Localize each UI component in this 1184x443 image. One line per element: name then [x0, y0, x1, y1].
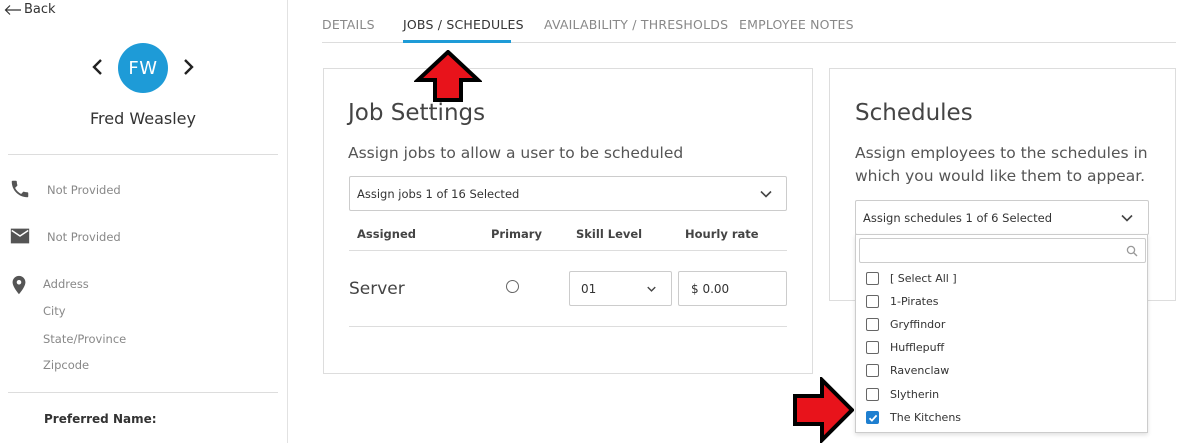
tab-details[interactable]: DETAILS — [322, 17, 375, 32]
avatar-initials: FW — [128, 57, 158, 79]
annotation-arrow-up-icon — [414, 50, 482, 102]
assign-schedules-value: Assign schedules 1 of 6 Selected — [863, 210, 1053, 225]
assign-schedules-select[interactable]: Assign schedules 1 of 6 Selected — [855, 200, 1149, 235]
job-name: Server — [349, 279, 405, 299]
checkbox-checked[interactable] — [866, 410, 879, 424]
employee-name: Fred Weasley — [90, 109, 196, 128]
active-tab-indicator — [403, 40, 511, 43]
header-primary: Primary — [491, 227, 542, 241]
back-button[interactable]: Back — [4, 2, 56, 17]
chevron-down-icon — [1121, 214, 1133, 222]
arrow-left-icon — [4, 4, 21, 15]
checkbox[interactable] — [866, 387, 879, 401]
checkbox[interactable] — [866, 271, 879, 285]
tab-bar: DETAILS JOBS / SCHEDULES AVAILABILITY / … — [322, 0, 1176, 43]
checkbox[interactable] — [866, 340, 879, 354]
back-label: Back — [24, 2, 56, 17]
schedule-search-input[interactable] — [859, 238, 1146, 263]
phone-value: Not Provided — [47, 183, 121, 197]
option-select-all[interactable]: [ Select All ] — [866, 269, 957, 287]
schedules-dropdown: [ Select All ] 1-Pirates Gryffindor Huff… — [855, 234, 1148, 433]
chevron-down-icon — [760, 190, 772, 198]
option-label: Gryffindor — [890, 317, 946, 331]
hourly-rate-input[interactable]: $ 0.00 — [678, 271, 787, 306]
search-icon — [1126, 245, 1138, 257]
chevron-down-icon — [647, 286, 656, 292]
job-settings-subtitle: Assign jobs to allow a user to be schedu… — [348, 144, 684, 162]
divider — [8, 154, 278, 155]
state-value: State/Province — [43, 332, 127, 346]
header-divider — [349, 250, 787, 251]
tab-jobs-schedules[interactable]: JOBS / SCHEDULES — [403, 17, 524, 32]
option-label: Hufflepuff — [890, 340, 945, 354]
schedules-subtitle-line1: Assign employees to the schedules in — [855, 144, 1148, 162]
option-slytherin[interactable]: Slytherin — [866, 385, 939, 403]
job-settings-title: Job Settings — [348, 100, 486, 126]
avatar: FW — [118, 43, 168, 93]
next-employee-icon[interactable] — [180, 57, 196, 77]
checkmark-icon — [868, 414, 878, 422]
option-ravenclaw[interactable]: Ravenclaw — [866, 361, 949, 379]
annotation-arrow-right-icon — [793, 377, 854, 443]
city-value: City — [43, 304, 66, 318]
schedules-subtitle-line2: which you would like them to appear. — [855, 167, 1146, 185]
email-value: Not Provided — [47, 230, 121, 244]
tab-availability-thresholds[interactable]: AVAILABILITY / THRESHOLDS — [544, 17, 728, 32]
employee-sidebar: Back FW Fred Weasley Not Provided Not Pr… — [0, 0, 288, 443]
skill-level-select[interactable]: 01 — [569, 271, 672, 306]
option-label: 1-Pirates — [890, 294, 939, 308]
divider — [8, 392, 278, 393]
option-gryffindor[interactable]: Gryffindor — [866, 315, 945, 333]
option-1-pirates[interactable]: 1-Pirates — [866, 292, 939, 310]
header-hourly-rate: Hourly rate — [685, 227, 759, 241]
location-pin-icon — [12, 275, 26, 295]
option-the-kitchens[interactable]: The Kitchens — [866, 408, 961, 426]
tab-employee-notes[interactable]: EMPLOYEE NOTES — [739, 17, 854, 32]
phone-icon — [11, 180, 29, 198]
schedules-title: Schedules — [855, 100, 973, 126]
preferred-name-label: Preferred Name: — [44, 412, 157, 426]
checkbox[interactable] — [866, 363, 879, 377]
checkbox[interactable] — [866, 294, 879, 308]
primary-radio[interactable] — [506, 280, 519, 293]
header-skill-level: Skill Level — [576, 227, 643, 241]
checkbox[interactable] — [866, 317, 879, 331]
header-assigned: Assigned — [357, 227, 416, 241]
zip-value: Zipcode — [43, 358, 90, 372]
option-label: Slytherin — [890, 387, 940, 401]
assign-jobs-value: Assign jobs 1 of 16 Selected — [357, 186, 520, 201]
skill-level-value: 01 — [581, 281, 597, 296]
option-label: [ Select All ] — [890, 271, 957, 285]
option-hufflepuff[interactable]: Hufflepuff — [866, 338, 944, 356]
row-divider — [349, 326, 787, 327]
option-label: Ravenclaw — [890, 363, 950, 377]
previous-employee-icon[interactable] — [90, 57, 106, 77]
email-icon — [10, 228, 30, 244]
option-label: The Kitchens — [890, 410, 962, 424]
address-value: Address — [43, 277, 89, 291]
assign-jobs-select[interactable]: Assign jobs 1 of 16 Selected — [349, 176, 787, 211]
